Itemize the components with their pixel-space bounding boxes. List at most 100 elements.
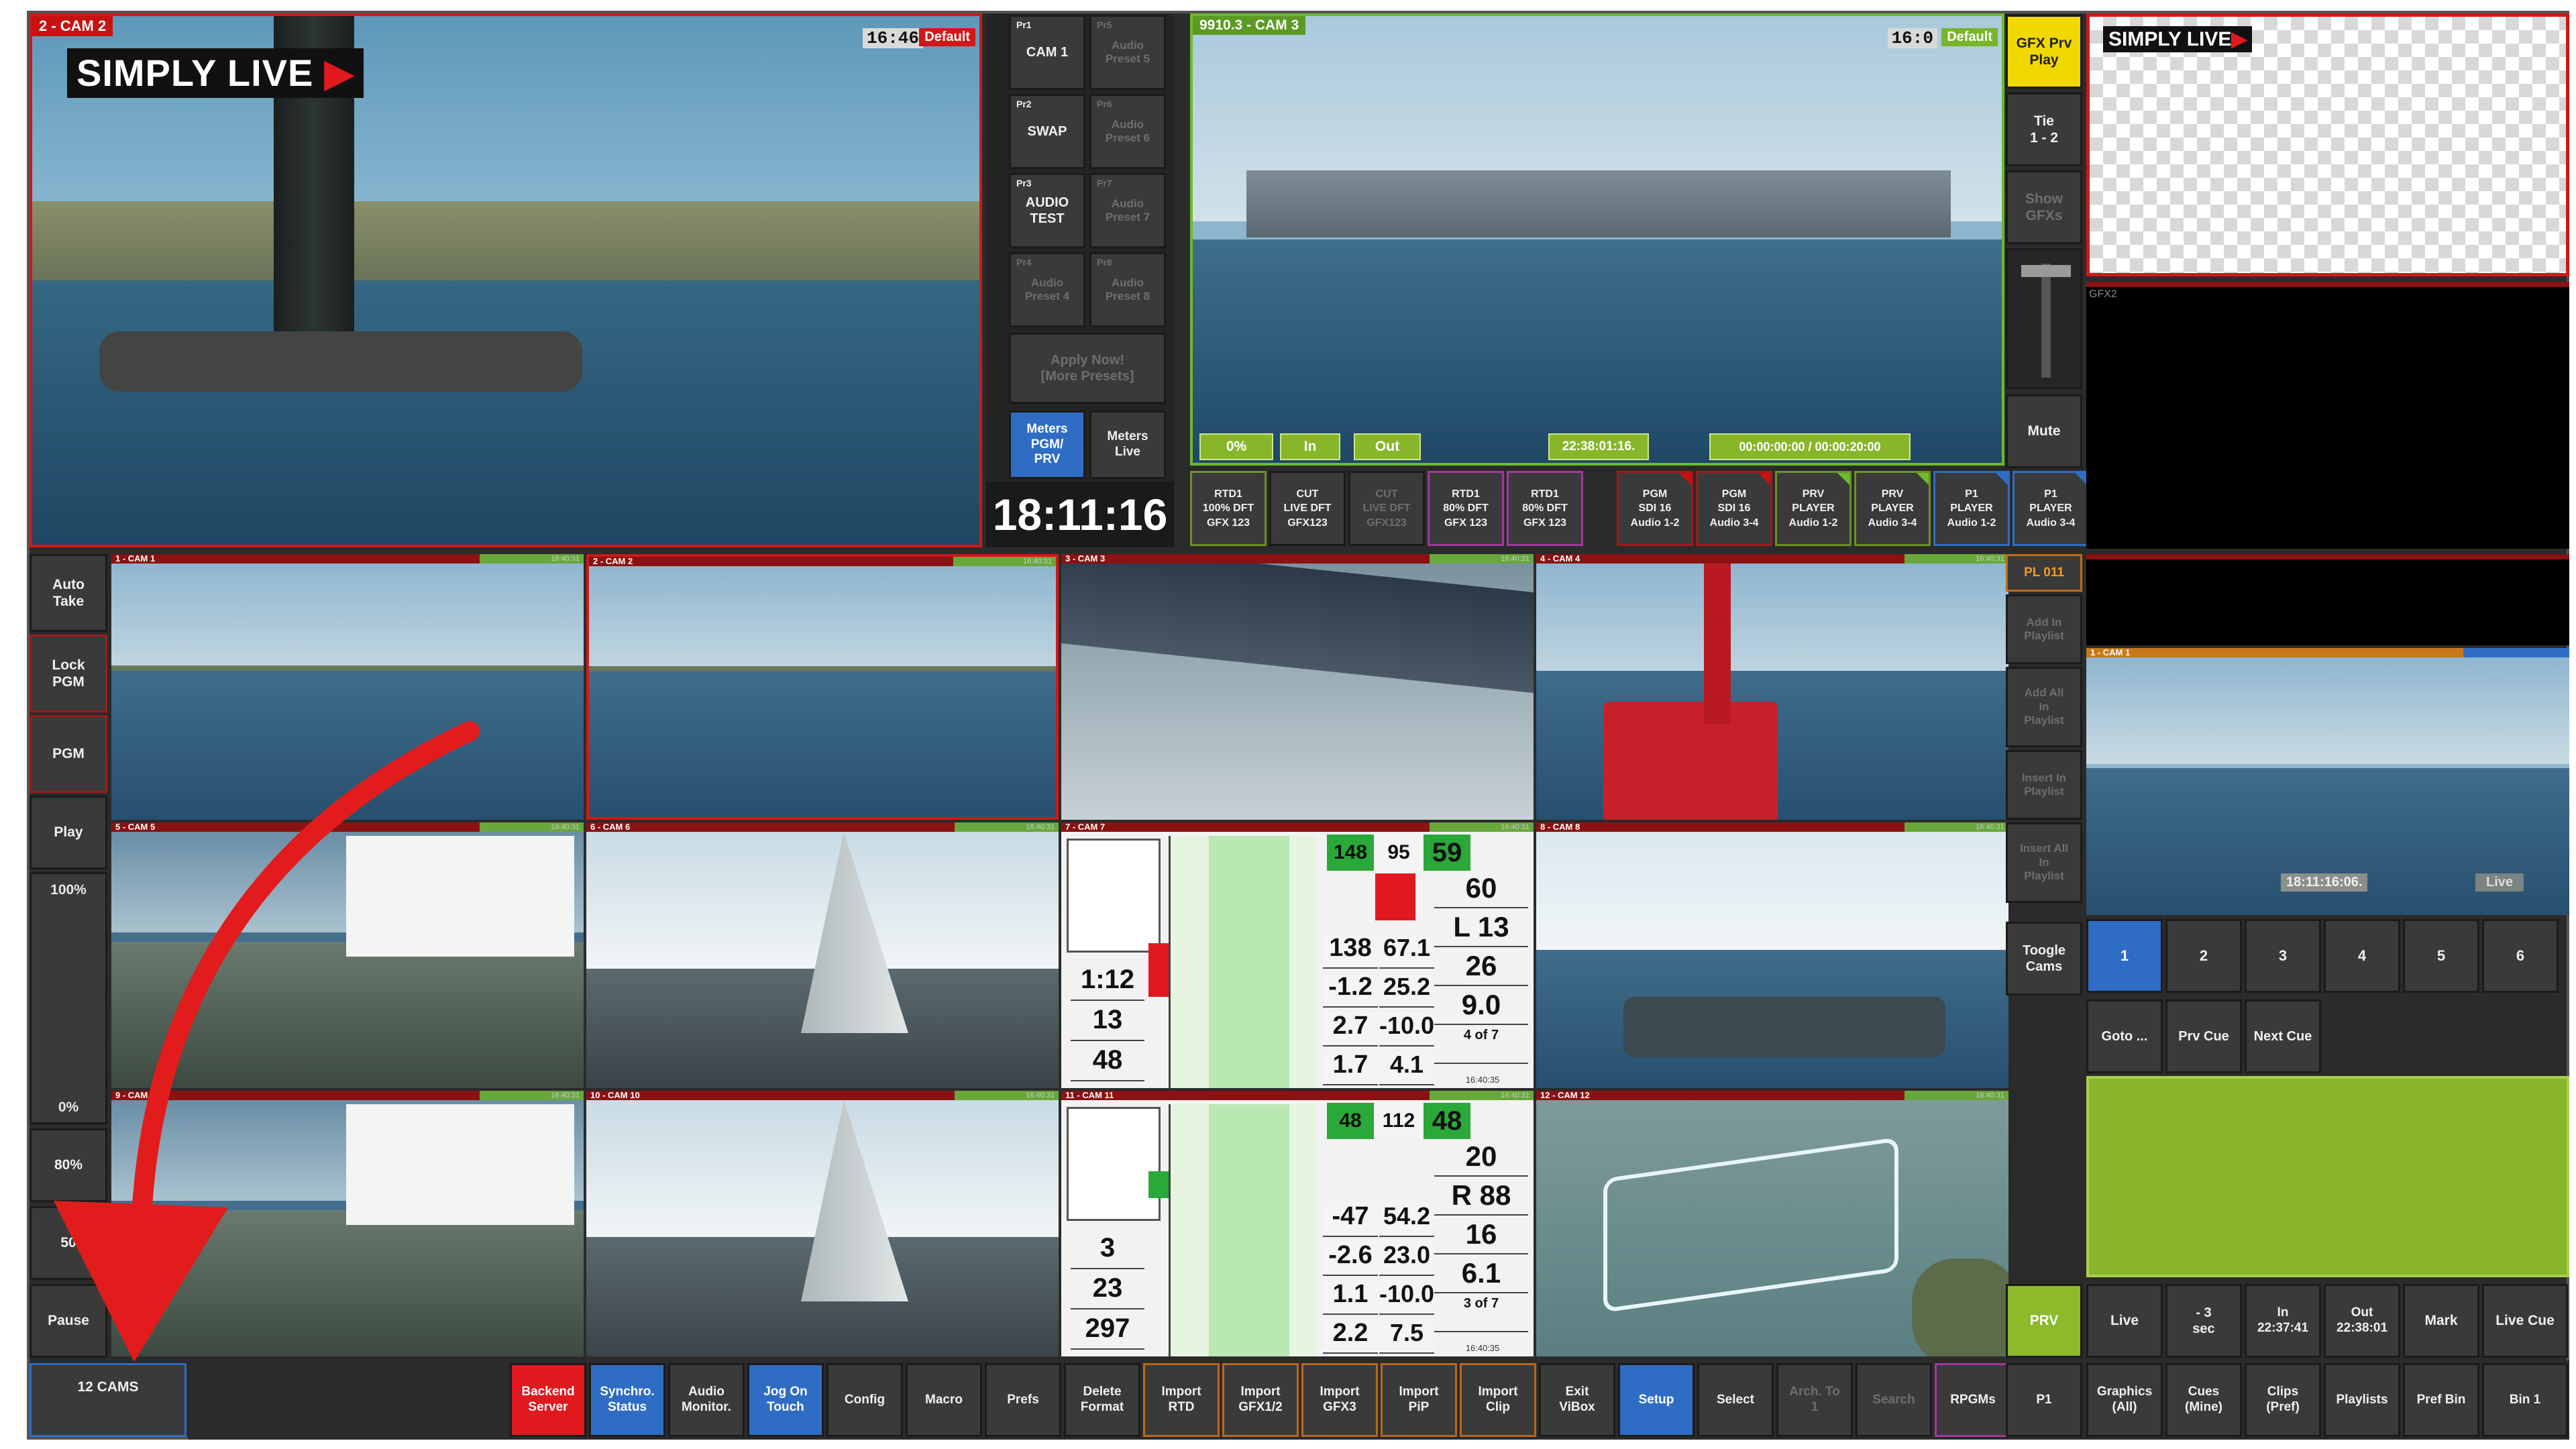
audio-routing-button[interactable]: PRV PLAYER Audio 3-4 — [1854, 471, 1931, 546]
next-cue-button[interactable]: Next Cue — [2245, 1000, 2321, 1073]
exit-vibox-button[interactable]: Exit ViBox — [1539, 1363, 1615, 1437]
preset-button[interactable]: Pr8 Audio Preset 8 — [1089, 252, 1166, 327]
play-button[interactable]: Play — [30, 796, 107, 869]
pgm-button[interactable]: PGM — [30, 715, 107, 793]
playlists-button[interactable]: Playlists — [2324, 1363, 2400, 1437]
camera-tile[interactable]: 8 - CAM 8 16:40:31 — [1536, 822, 2008, 1088]
search-button[interactable]: Search — [1856, 1363, 1932, 1437]
cam-select-button[interactable]: 5 — [2403, 919, 2479, 993]
camera-tile[interactable]: 48 112 48 20 R 88 16 6.1 3 of 7 3 23 297 -47 54.2 -2.… — [1061, 1091, 1534, 1356]
bin-1-button[interactable]: Bin 1 — [2482, 1363, 2568, 1437]
add-all-in-playlist-button[interactable]: Add All In Playlist — [2006, 667, 2082, 747]
import-rtd-button[interactable]: Import RTD — [1143, 1363, 1220, 1437]
preview-percent-field[interactable]: 0% — [1199, 433, 1273, 460]
camera-tile[interactable]: 1 - CAM 1 16:40:31 — [111, 554, 584, 820]
live-cue-button[interactable]: Live Cue — [2482, 1284, 2568, 1358]
speed-50-button[interactable]: 50 — [30, 1206, 107, 1280]
minus-3-sec-button[interactable]: - 3 sec — [2165, 1284, 2242, 1358]
camera-tile[interactable]: 3 - CAM 3 16:40:31 — [1061, 554, 1534, 820]
audio-monitor-button[interactable]: Audio Monitor. — [668, 1363, 745, 1437]
fader-handle[interactable] — [2021, 265, 2071, 277]
mute-button[interactable]: Mute — [2006, 394, 2082, 468]
speed-lever[interactable]: 100% 0% — [30, 872, 107, 1124]
cam-select-button[interactable]: 2 — [2165, 919, 2242, 993]
synchro-status-button[interactable]: Synchro. Status — [589, 1363, 665, 1437]
delete-format-button[interactable]: Delete Format — [1064, 1363, 1140, 1437]
import-gfx12-button[interactable]: Import GFX1/2 — [1222, 1363, 1299, 1437]
preset-button[interactable]: Pr5 Audio Preset 5 — [1089, 15, 1166, 90]
camera-tile[interactable]: 10 - CAM 10 16:40:31 — [586, 1091, 1059, 1356]
audio-routing-button[interactable]: RTD1 80% DFT GFX 123 — [1507, 471, 1583, 546]
select-button[interactable]: Select — [1697, 1363, 1774, 1437]
toogle-cams-button[interactable]: Toogle Cams — [2006, 922, 2082, 996]
setup-button[interactable]: Setup — [1618, 1363, 1695, 1437]
camera-tile[interactable]: 6 - CAM 6 16:40:31 — [586, 822, 1059, 1088]
show-gfx-button[interactable]: Show GFXs — [2006, 170, 2082, 244]
lock-pgm-button[interactable]: Lock PGM — [30, 635, 107, 712]
tie-button[interactable]: Tie 1 - 2 — [2006, 93, 2082, 166]
add-in-playlist-button[interactable]: Add In Playlist — [2006, 594, 2082, 664]
preset-button[interactable]: Pr2 SWAP — [1009, 94, 1085, 169]
config-button[interactable]: Config — [826, 1363, 903, 1437]
cam-select-button[interactable]: 1 — [2086, 919, 2163, 993]
program-monitor[interactable]: 2 - CAM 2 SIMPLY LIVE ▶ 16:46 Default — [30, 13, 982, 547]
import-clip-button[interactable]: Import Clip — [1460, 1363, 1536, 1437]
cams-selector-button[interactable]: 12 CAMS — [30, 1363, 186, 1437]
audio-routing-button[interactable]: PRV PLAYER Audio 1-2 — [1775, 471, 1851, 546]
rpgms-button[interactable]: RPGMs — [1935, 1363, 2011, 1437]
goto-button[interactable]: Goto ... — [2086, 1000, 2163, 1073]
preset-button[interactable]: Pr6 Audio Preset 6 — [1089, 94, 1166, 169]
graphics-all-button[interactable]: Graphics (All) — [2086, 1363, 2163, 1437]
preset-button[interactable]: Pr1 CAM 1 — [1009, 15, 1085, 90]
preset-button[interactable]: Pr7 Audio Preset 7 — [1089, 173, 1166, 248]
p1-button[interactable]: P1 — [2006, 1363, 2082, 1437]
in-point-button[interactable]: In 22:37:41 — [2245, 1284, 2321, 1358]
camera-tile[interactable]: 4 - CAM 4 16:40:31 — [1536, 554, 2008, 820]
jog-on-touch-button[interactable]: Jog On Touch — [747, 1363, 824, 1437]
audio-routing-button[interactable]: RTD1 100% DFT GFX 123 — [1190, 471, 1267, 546]
apply-now-button[interactable]: Apply Now! [More Presets] — [1009, 333, 1166, 404]
import-gfx3-button[interactable]: Import GFX3 — [1301, 1363, 1378, 1437]
camera-tile[interactable]: 5 - CAM 5 16:40:31 — [111, 822, 584, 1088]
preview-monitor[interactable]: 9910.3 - CAM 3 16:0 Default 0% In Out 22… — [1190, 13, 2004, 466]
prefs-button[interactable]: Prefs — [985, 1363, 1061, 1437]
arch-to-button[interactable]: Arch. To 1 — [1776, 1363, 1853, 1437]
cam-select-button[interactable]: 6 — [2482, 919, 2559, 993]
mark-button[interactable]: Mark — [2403, 1284, 2479, 1358]
pref-bin-button[interactable]: Pref Bin — [2403, 1363, 2479, 1437]
audio-routing-button[interactable]: PGM SDI 16 Audio 3-4 — [1696, 471, 1772, 546]
pause-button[interactable]: Pause — [30, 1284, 107, 1358]
preset-button[interactable]: Pr4 Audio Preset 4 — [1009, 252, 1085, 327]
meters-live-button[interactable]: Meters Live — [1089, 411, 1166, 479]
live-button[interactable]: Live — [2086, 1284, 2163, 1358]
clips-pref-button[interactable]: Clips (Pref) — [2245, 1363, 2321, 1437]
audio-routing-button[interactable]: P1 PLAYER Audio 3-4 — [2012, 471, 2089, 546]
audio-routing-button[interactable]: P1 PLAYER Audio 1-2 — [1933, 471, 2010, 546]
playlist-number-button[interactable]: PL 011 — [2006, 554, 2082, 592]
macro-button[interactable]: Macro — [906, 1363, 982, 1437]
camera-tile[interactable]: 148 95 59 60 L 13 26 9.0 4 of 7 1:12 13 48 138 67.1-… — [1061, 822, 1534, 1088]
insert-all-in-playlist-button[interactable]: Insert All In Playlist — [2006, 822, 2082, 903]
camera-tile[interactable]: 12 - CAM 12 16:40:31 — [1536, 1091, 2008, 1356]
right-player-monitor[interactable]: 1 - CAM 1 18:11:16:06. Live — [2086, 648, 2569, 915]
camera-tile[interactable]: 9 - CAM 16:40:31 — [111, 1091, 584, 1356]
auto-take-button[interactable]: Auto Take — [30, 554, 107, 632]
cam-select-button[interactable]: 3 — [2245, 919, 2321, 993]
import-pip-button[interactable]: Import PiP — [1381, 1363, 1457, 1437]
audio-routing-button[interactable]: CUT LIVE DFT GFX123 — [1348, 471, 1425, 546]
insert-in-playlist-button[interactable]: Insert In Playlist — [2006, 750, 2082, 820]
preset-button[interactable]: Pr3 AUDIO TEST — [1009, 173, 1085, 248]
gfx-prv-play-button[interactable]: GFX Prv Play — [2006, 15, 2082, 89]
audio-routing-button[interactable]: CUT LIVE DFT GFX123 — [1269, 471, 1346, 546]
speed-80-button[interactable]: 80% — [30, 1128, 107, 1202]
cam-select-button[interactable]: 4 — [2324, 919, 2400, 993]
gfx-fader[interactable] — [2006, 248, 2082, 389]
camera-tile[interactable]: 2 - CAM 2 16:40:31 — [586, 554, 1059, 820]
audio-routing-button[interactable]: PGM SDI 16 Audio 1-2 — [1617, 471, 1693, 546]
preview-in-field[interactable]: In — [1280, 433, 1340, 460]
meters-pgm-button[interactable]: Meters PGM/ PRV — [1009, 411, 1085, 479]
backend-server-button[interactable]: Backend Server — [510, 1363, 586, 1437]
cues-mine-button[interactable]: Cues (Mine) — [2165, 1363, 2242, 1437]
preview-out-field[interactable]: Out — [1354, 433, 1421, 460]
prv-cue-button[interactable]: Prv Cue — [2165, 1000, 2242, 1073]
